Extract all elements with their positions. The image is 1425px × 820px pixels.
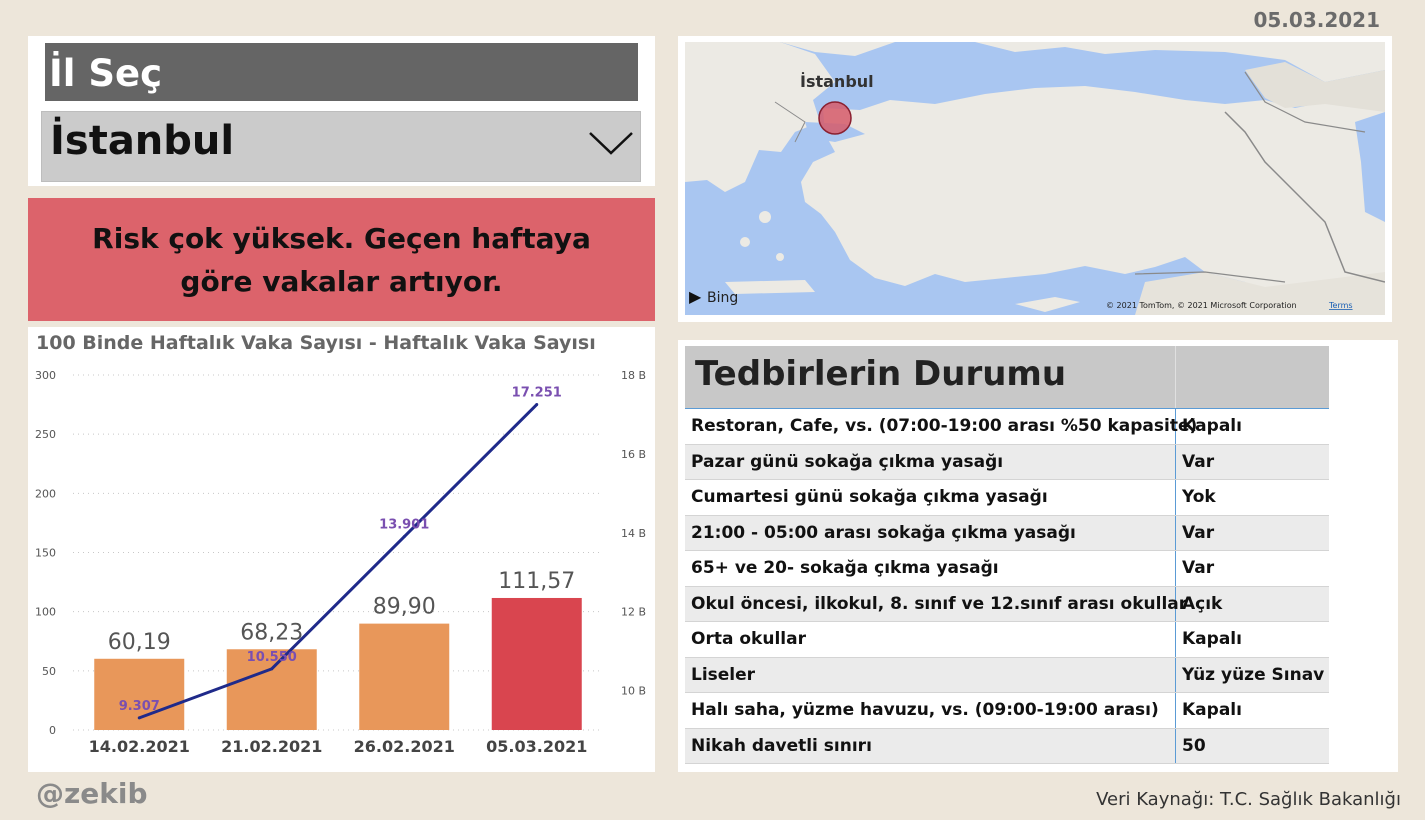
measure-cell: Cumartesi günü sokağa çıkma yasağı [685,480,1176,515]
table-row[interactable]: 65+ ve 20- sokağa çıkma yasağı Var [685,551,1329,587]
y-left-tick-label: 300 [35,369,56,382]
dropdown-selected-value: İstanbul [50,118,235,164]
status-cell: Kapalı [1182,416,1242,437]
map-city-label: İstanbul [800,72,874,91]
y-left-tick-label: 100 [35,606,56,619]
province-dropdown[interactable]: İstanbul [41,111,641,182]
table-row[interactable]: Liseler Yüz yüze Sınav [685,657,1329,693]
y-right-tick-label: 18 B [621,369,646,382]
line-data-label: 17.251 [512,386,562,401]
y-left-tick-label: 50 [42,665,56,678]
bar [359,623,450,730]
table-header: Tedbirlerin Durumu [685,346,1329,408]
bar-data-label: 111,57 [498,569,575,594]
chevron-down-icon[interactable] [588,130,634,156]
y-right-tick-label: 10 B [621,685,646,698]
risk-banner: Risk çok yüksek. Geçen haftaya göre vaka… [28,198,655,321]
y-left-tick-label: 200 [35,487,56,500]
status-cell: 50 [1182,735,1206,756]
measure-cell: Nikah davetli sınırı [685,728,1176,763]
line-data-label: 9.307 [119,699,160,714]
y-left-tick-label: 0 [49,724,56,737]
status-cell: Var [1182,451,1215,472]
x-tick-label: 05.03.2021 [486,737,587,756]
line-point [535,403,539,407]
map-provider: Bing [707,290,738,306]
slicer-title: İl Seç [45,43,638,101]
line-point [270,667,274,671]
combo-chart: 0 50 100 150 200 250 300 10 B 12 B 14 B 16 B 18 B 60… [35,369,646,756]
status-cell: Var [1182,558,1215,579]
status-cell: Kapalı [1182,700,1242,721]
city-marker[interactable] [818,101,852,135]
map-copyright: © 2021 TomTom, © 2021 Microsoft Corporat… [1106,301,1297,310]
table-row[interactable]: Restoran, Cafe, vs. (07:00-19:00 arası %… [685,409,1329,445]
table-row[interactable]: Pazar günü sokağa çıkma yasağı Var [685,444,1329,480]
bar-data-label: 60,19 [108,630,171,655]
author-handle: @zekib [36,777,148,810]
table-row[interactable]: Okul öncesi, ilkokul, 8. sınıf ve 12.sın… [685,586,1329,622]
turkey-map-image: İstanbul ▶ Bing © 2021 TomTom, © 2021 Mi… [685,42,1385,315]
table-title: Tedbirlerin Durumu [695,354,1067,394]
bar [491,597,582,730]
map[interactable]: İstanbul ▶ Bing © 2021 TomTom, © 2021 Mi… [685,42,1385,315]
measure-cell: Orta okullar [685,622,1176,657]
bing-logo-icon: ▶ [689,287,702,306]
measure-cell: Restoran, Cafe, vs. (07:00-19:00 arası %… [685,409,1197,444]
bar-data-label: 89,90 [373,595,436,620]
data-source: Veri Kaynağı: T.C. Sağlık Bakanlığı [1096,789,1401,810]
measures-table: Restoran, Cafe, vs. (07:00-19:00 arası %… [685,408,1329,764]
y-right-tick-label: 16 B [621,448,646,461]
line-data-label: 10.550 [247,650,297,665]
table-row[interactable]: Orta okullar Kapalı [685,622,1329,658]
risk-message: Risk çok yüksek. Geçen haftaya göre vaka… [92,221,591,298]
line-point [402,535,406,539]
status-cell: Kapalı [1182,629,1242,650]
x-tick-label: 26.02.2021 [354,737,455,756]
x-tick-label: 14.02.2021 [89,737,190,756]
y-right-tick-label: 12 B [621,606,646,619]
status-cell: Yüz yüze Sınav [1182,664,1325,685]
report-date: 05.03.2021 [1253,8,1380,32]
table-row[interactable]: Halı saha, yüzme havuzu, vs. (09:00-19:0… [685,693,1329,729]
y-left-tick-label: 250 [35,428,56,441]
bar-data-label: 68,23 [240,620,303,645]
y-left-tick-label: 150 [35,547,56,560]
table-row[interactable]: Cumartesi günü sokağa çıkma yasağı Yok [685,480,1329,516]
table-row[interactable]: 21:00 - 05:00 arası sokağa çıkma yasağı V… [685,515,1329,551]
measure-cell: 65+ ve 20- sokağa çıkma yasağı [685,551,1176,586]
status-cell: Var [1182,522,1215,543]
line-data-label: 13.901 [379,518,429,533]
measure-cell: Liseler [685,657,1176,692]
measure-cell: Pazar günü sokağa çıkma yasağı [685,444,1176,479]
line-point [137,716,141,720]
x-tick-label: 21.02.2021 [221,737,322,756]
measure-cell: Halı saha, yüzme havuzu, vs. (09:00-19:0… [685,693,1176,728]
map-terms-link[interactable]: Terms [1328,301,1353,310]
status-cell: Yok [1182,487,1216,508]
y-right-tick-label: 14 B [621,527,646,540]
chart-title: 100 Binde Haftalık Vaka Sayısı - Haftalı… [36,332,596,354]
table-row[interactable]: Nikah davetli sınırı 50 [685,728,1329,764]
status-cell: Açık [1182,593,1223,614]
measure-cell: Okul öncesi, ilkokul, 8. sınıf ve 12.sın… [685,586,1187,621]
measure-cell: 21:00 - 05:00 arası sokağa çıkma yasağı [685,515,1176,550]
